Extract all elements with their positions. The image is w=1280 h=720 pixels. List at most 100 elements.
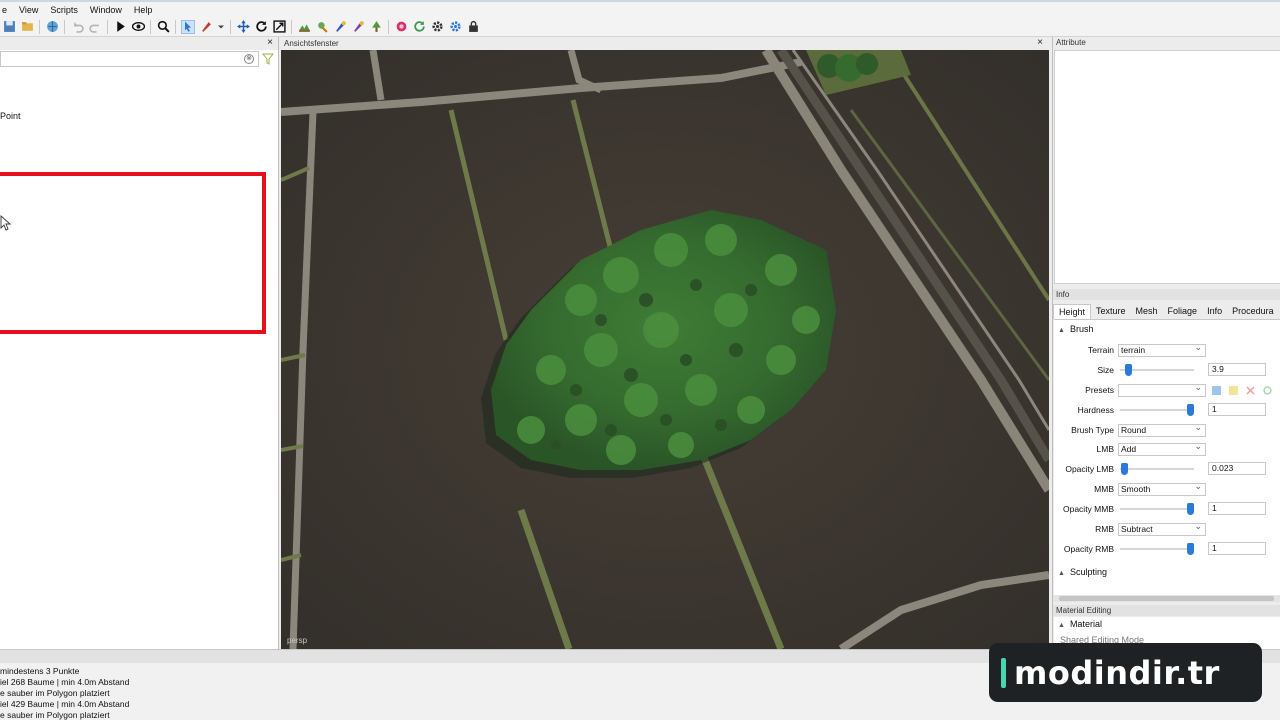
brush-blue-icon[interactable] [333,20,347,34]
material-section[interactable]: ▲ Material [1058,619,1102,629]
list-item[interactable]: Point [0,111,21,121]
lock-icon[interactable] [466,20,480,34]
menu-view[interactable]: View [13,5,44,15]
log-line: iel 268 Baume | min 4.0m Abstand [0,677,130,687]
tab-procedural[interactable]: Procedura [1227,304,1279,319]
opacity-rmb-slider[interactable] [1120,543,1194,555]
tab-info[interactable]: Info [1202,304,1227,319]
menu-help[interactable]: Help [128,5,159,15]
redo-icon[interactable] [88,20,102,34]
opacity-mmb-label: Opacity MMB [1062,504,1114,514]
opacity-lmb-field[interactable]: 0.023 [1208,462,1266,475]
size-field[interactable]: 3.9 [1208,363,1266,376]
presets-select[interactable] [1118,382,1206,397]
opacity-rmb-field[interactable]: 1 [1208,542,1266,555]
globe-icon[interactable] [45,20,59,34]
horizontal-scrollbar[interactable] [1053,595,1280,602]
menu-window[interactable]: Window [84,5,128,15]
menu-scripts[interactable]: Scripts [44,5,84,15]
brush-type-select[interactable]: Round [1118,422,1206,437]
brush-section[interactable]: ▲ Brush [1058,324,1093,334]
reload-preset-icon[interactable] [1262,385,1273,396]
paint-tool-icon[interactable] [199,20,213,34]
scenegraph-panel: × ⊗ Point [0,37,279,649]
sculpting-section[interactable]: ▲ Sculpting [1058,567,1107,577]
hardness-slider[interactable] [1120,404,1194,416]
move-icon[interactable] [236,20,250,34]
tab-mesh[interactable]: Mesh [1131,304,1163,319]
brush-type-label: Brush Type [1071,425,1114,435]
settings-gear-icon[interactable] [448,20,462,34]
material-section-label: Material [1069,619,1102,629]
hardness-field[interactable]: 1 [1208,403,1266,416]
scale-icon[interactable] [272,20,286,34]
close-icon[interactable]: × [1037,37,1043,49]
chevron-down-icon[interactable] [217,20,225,34]
tab-foliage[interactable]: Foliage [1163,304,1203,319]
save-preset-icon[interactable] [1211,385,1222,396]
toolbar-separator [107,19,108,34]
lmb-select[interactable]: Add [1118,441,1206,456]
clear-search-icon[interactable]: ⊗ [244,54,254,64]
brush-purple-icon[interactable] [351,20,365,34]
tab-texture[interactable]: Texture [1091,304,1131,319]
toolbar [0,17,1280,37]
highlight-annotation [0,172,266,334]
foliage-tool-icon[interactable] [315,20,329,34]
slider-thumb[interactable] [1187,404,1194,416]
size-slider[interactable] [1120,364,1194,376]
watermark-text: modindir.tr [1014,653,1220,692]
3d-viewport[interactable]: persp [281,50,1049,649]
slider-thumb[interactable] [1187,503,1194,515]
rotate-icon[interactable] [254,20,268,34]
delete-preset-icon[interactable] [1245,385,1256,396]
lmb-label: LMB [1096,444,1114,454]
terrain-tool-icon[interactable] [297,20,311,34]
material-editing-header: Material Editing [1053,605,1280,616]
tool-tabs: Height Texture Mesh Foliage Info Procedu… [1053,304,1280,319]
toolbar-separator [230,19,231,34]
undo-icon[interactable] [70,20,84,34]
mmb-label: MMB [1094,484,1114,494]
opacity-lmb-slider[interactable] [1120,463,1194,475]
eye-icon[interactable] [131,20,145,34]
menu-bar: e View Scripts Window Help [0,0,1280,17]
new-preset-icon[interactable] [1228,385,1239,396]
attribute-header: Attribute [1056,38,1086,47]
scrollbar-thumb[interactable] [1059,596,1274,601]
select-tool-icon[interactable] [181,19,195,34]
menu-edit[interactable]: e [0,5,13,15]
slider-thumb[interactable] [1121,463,1128,475]
refresh-icon[interactable] [412,20,426,34]
cursor-icon [0,215,12,231]
size-label: Size [1097,365,1114,375]
slider-thumb[interactable] [1187,543,1194,555]
toolbar-separator [175,19,176,34]
rmb-label: RMB [1095,524,1114,534]
tab-height[interactable]: Height [1053,304,1092,319]
record-icon[interactable] [394,20,408,34]
opacity-rmb-label: Opacity RMB [1063,544,1114,554]
opacity-mmb-field[interactable]: 1 [1208,502,1266,515]
sculpting-section-label: Sculpting [1069,567,1107,577]
zoom-icon[interactable] [156,20,170,34]
viewport-header: Ansichtsfenster × [281,37,1049,50]
collapse-triangle-icon: ▲ [1058,570,1065,577]
slider-thumb[interactable] [1125,364,1132,376]
save-icon[interactable] [2,20,16,34]
filter-icon[interactable] [262,53,274,65]
terrain-select[interactable]: terrain [1118,342,1206,357]
gear-icon[interactable] [430,20,444,34]
open-icon[interactable] [20,20,34,34]
close-icon[interactable]: × [267,37,273,49]
camera-label: persp [287,636,308,645]
rmb-select[interactable]: Subtract [1118,521,1206,536]
watermark-logo: modindir.tr [989,643,1262,702]
mmb-select[interactable]: Smooth [1118,481,1206,496]
search-input[interactable]: ⊗ [0,51,259,67]
tree-tool-icon[interactable] [369,20,383,34]
opacity-mmb-slider[interactable] [1120,503,1194,515]
height-tool-body: ▲Brush Terrain terrain Size 3.9 Presets … [1054,319,1280,599]
play-icon[interactable] [113,20,127,34]
right-panel: Attribute Info Height Texture Mesh Folia… [1052,37,1280,649]
